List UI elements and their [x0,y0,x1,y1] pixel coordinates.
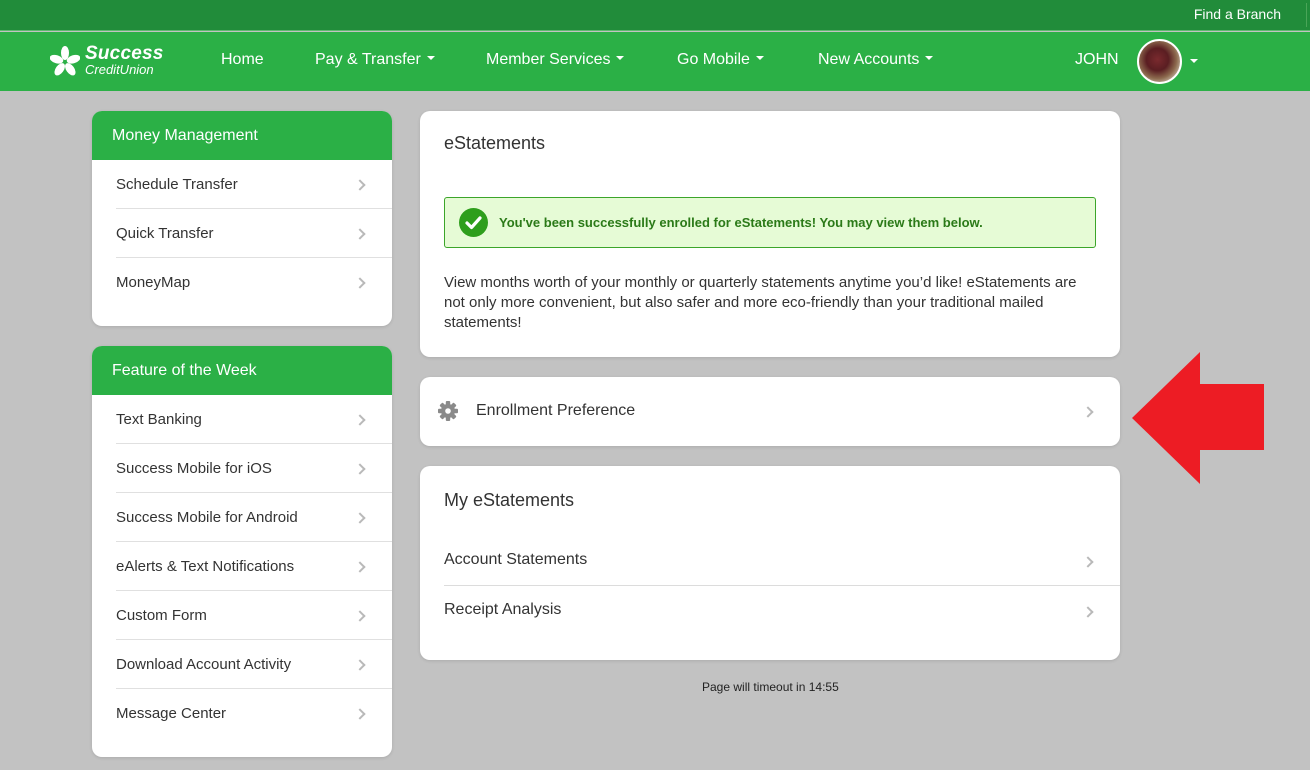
estatements-description: View months worth of your monthly or qua… [444,274,1077,331]
chevron-right-icon [354,610,366,622]
logo[interactable]: Success CreditUnion [50,43,175,80]
user-avatar[interactable] [1137,39,1182,84]
sidebar-item-moneymap[interactable]: MoneyMap [116,258,392,307]
list-item-label: Download Account Activity [116,656,292,673]
user-name[interactable]: JOHN [1075,51,1119,69]
check-circle-icon [459,208,488,237]
success-alert: You've been successfully enrolled for eS… [444,197,1096,248]
find-a-branch-link[interactable]: Find a Branch [1194,6,1281,22]
chevron-right-icon [354,512,366,524]
sidebar-item-success-mobile-android[interactable]: Success Mobile for Android [116,493,392,542]
sidebar-item-ealerts[interactable]: eAlerts & Text Notifications [116,542,392,591]
caret-down-icon [755,55,764,60]
chevron-right-icon [354,463,366,475]
sidebar-item-schedule-transfer[interactable]: Schedule Transfer [116,160,392,209]
money-management-list: Schedule Transfer Quick Transfer MoneyMa… [92,160,392,307]
caret-down-icon [616,55,625,60]
nav-pay-transfer[interactable]: Pay & Transfer [315,51,435,69]
session-timeout-text: Page will timeout in 14:55 [702,680,839,694]
utility-bar: Find a Branch [0,0,1310,31]
nav-member-services-label: Member Services [486,51,611,68]
sidebar-item-message-center[interactable]: Message Center [116,689,392,738]
page-title: eStatements [444,133,546,153]
red-arrow-annotation-icon [1132,352,1264,484]
chevron-right-icon [354,228,366,240]
nav-go-mobile-label: Go Mobile [677,51,750,68]
sidebar-item-custom-form[interactable]: Custom Form [116,591,392,640]
chevron-right-icon [354,277,366,289]
money-management-header: Money Management [92,111,392,160]
feature-of-week-header: Feature of the Week [92,346,392,395]
money-management-card: Money Management Schedule Transfer Quick… [92,111,392,326]
list-item-label: Message Center [116,705,227,722]
receipt-analysis-link[interactable]: Receipt Analysis [444,586,1120,636]
my-estatements-card: My eStatements Account Statements Receip… [420,466,1120,660]
nav-go-mobile[interactable]: Go Mobile [677,51,764,69]
my-estatements-list: Account Statements Receipt Analysis [444,536,1120,636]
nav-pay-transfer-label: Pay & Transfer [315,51,421,68]
list-item-label: MoneyMap [116,274,191,291]
sidebar-item-download-activity[interactable]: Download Account Activity [116,640,392,689]
enrollment-preference-button[interactable]: Enrollment Preference [420,377,1120,446]
list-item-label: eAlerts & Text Notifications [116,558,295,575]
chevron-right-icon [1082,606,1094,618]
list-item-label: Custom Form [116,607,207,624]
list-item-label: Quick Transfer [116,225,214,242]
account-statements-link[interactable]: Account Statements [444,536,1120,586]
caret-down-icon [925,55,934,60]
utility-divider [1306,3,1307,27]
list-item-label: Receipt Analysis [444,601,562,618]
list-item-label: Text Banking [116,411,202,428]
main-nav: Success CreditUnion Home Pay & Transfer … [0,32,1310,91]
nav-member-services[interactable]: Member Services [486,51,625,69]
my-estatements-title: My eStatements [444,490,575,510]
flower-logo-icon [50,46,80,76]
caret-down-icon [426,55,435,60]
success-message: You've been successfully enrolled for eS… [499,215,983,230]
chevron-right-icon [1082,406,1094,418]
brand-subname: CreditUnion [85,62,154,77]
nav-home-label: Home [221,51,264,68]
nav-home[interactable]: Home [221,51,264,69]
chevron-right-icon [1082,556,1094,568]
sidebar-item-text-banking[interactable]: Text Banking [116,395,392,444]
user-menu-caret-icon[interactable] [1190,59,1198,63]
list-item-label: Schedule Transfer [116,176,238,193]
feature-of-week-list: Text Banking Success Mobile for iOS Succ… [92,395,392,738]
enrollment-preference-label: Enrollment Preference [476,402,636,419]
nav-new-accounts-label: New Accounts [818,51,920,68]
list-item-label: Account Statements [444,551,588,568]
gear-icon [438,401,458,421]
list-item-label: Success Mobile for Android [116,509,298,526]
chevron-right-icon [354,561,366,573]
estatements-card: eStatements You've been successfully enr… [420,111,1120,357]
chevron-right-icon [354,179,366,191]
sidebar-item-quick-transfer[interactable]: Quick Transfer [116,209,392,258]
list-item-label: Success Mobile for iOS [116,460,272,477]
chevron-right-icon [354,708,366,720]
chevron-right-icon [354,414,366,426]
chevron-right-icon [354,659,366,671]
feature-of-week-card: Feature of the Week Text Banking Success… [92,346,392,757]
red-arrow-shape [1132,352,1264,484]
nav-new-accounts[interactable]: New Accounts [818,51,934,69]
sidebar-item-success-mobile-ios[interactable]: Success Mobile for iOS [116,444,392,493]
